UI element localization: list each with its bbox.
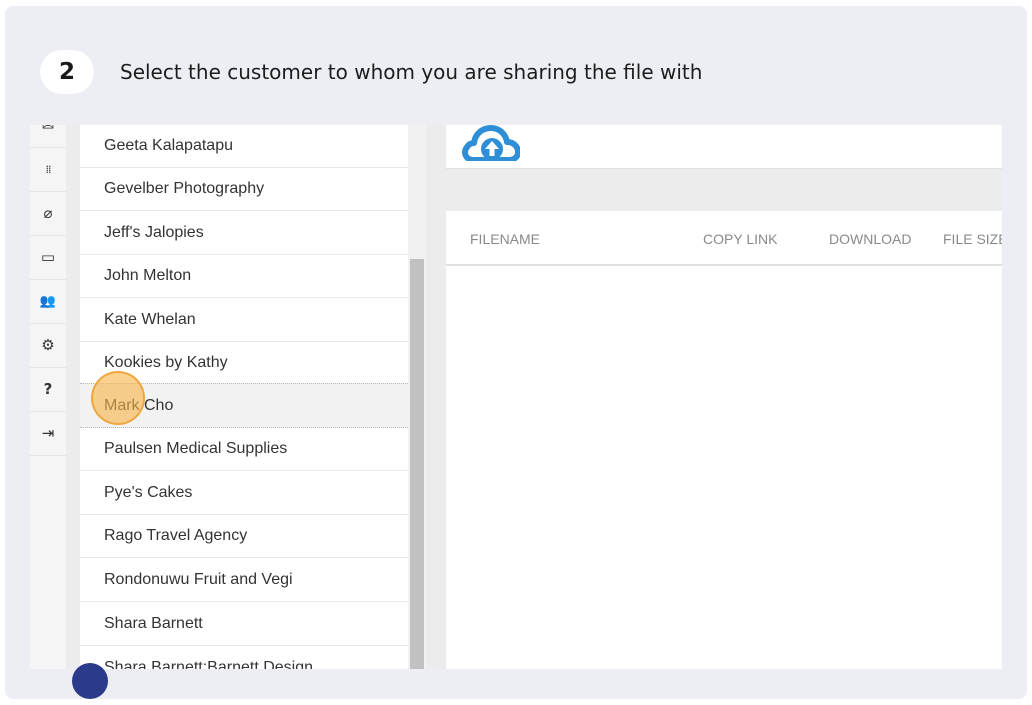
customer-item[interactable]: Rago Travel Agency xyxy=(80,515,408,558)
customer-item[interactable]: Kate Whelan xyxy=(80,299,408,342)
gear-icon[interactable]: ⚙ xyxy=(30,323,66,368)
customer-item[interactable]: Pye's Cakes xyxy=(80,472,408,515)
customer-item[interactable]: Geeta Kalapatapu xyxy=(80,125,408,168)
step-number-badge: 2 xyxy=(40,50,94,94)
column-header-file-size[interactable]: FILE SIZE xyxy=(943,231,1002,247)
help-bubble[interactable] xyxy=(72,663,108,699)
customer-item[interactable]: Shara Barnett:Barnett Design xyxy=(80,647,408,669)
customer-item[interactable]: Gevelber Photography xyxy=(80,168,408,211)
pane-gutter xyxy=(426,125,446,669)
column-header-copy-link[interactable]: COPY LINK xyxy=(703,231,777,247)
inbox-icon[interactable]: ✉ xyxy=(30,125,66,148)
cloud-upload-icon[interactable] xyxy=(460,125,520,161)
logout-icon[interactable]: ⇥ xyxy=(30,411,66,456)
search-icon[interactable]: ⌀ xyxy=(30,191,66,236)
app-screenshot: ✉ ⁞⁞ ⌀ ▭ 👥 ⚙ ? ⇥ Geeta Kalapatapu Gevelb… xyxy=(30,125,1002,669)
files-table: FILENAME COPY LINK DOWNLOAD FILE SIZE xyxy=(446,211,1002,669)
customer-item[interactable]: Paulsen Medical Supplies xyxy=(80,428,408,471)
customer-item[interactable]: John Melton xyxy=(80,255,408,298)
help-icon[interactable]: ? xyxy=(30,367,66,412)
sidebar-gutter xyxy=(66,125,80,669)
step-instruction: Select the customer to whom you are shar… xyxy=(120,60,703,84)
table-header-divider xyxy=(446,264,1002,266)
upload-area[interactable] xyxy=(446,125,1002,169)
grid-icon[interactable]: ⁞⁞ xyxy=(30,147,66,192)
customer-item[interactable]: Shara Barnett xyxy=(80,603,408,646)
card-icon[interactable]: ▭ xyxy=(30,235,66,280)
icon-sidebar: ✉ ⁞⁞ ⌀ ▭ 👥 ⚙ ? ⇥ xyxy=(30,125,67,669)
file-pane: FILENAME COPY LINK DOWNLOAD FILE SIZE xyxy=(446,125,1002,669)
column-header-filename[interactable]: FILENAME xyxy=(470,231,540,247)
users-icon[interactable]: 👥 xyxy=(30,279,66,324)
list-scrollbar-thumb[interactable] xyxy=(410,259,424,669)
customer-item[interactable]: Jeff's Jalopies xyxy=(80,212,408,255)
customer-item[interactable]: Rondonuwu Fruit and Vegi xyxy=(80,559,408,602)
click-indicator xyxy=(91,371,145,425)
column-header-download[interactable]: DOWNLOAD xyxy=(829,231,911,247)
